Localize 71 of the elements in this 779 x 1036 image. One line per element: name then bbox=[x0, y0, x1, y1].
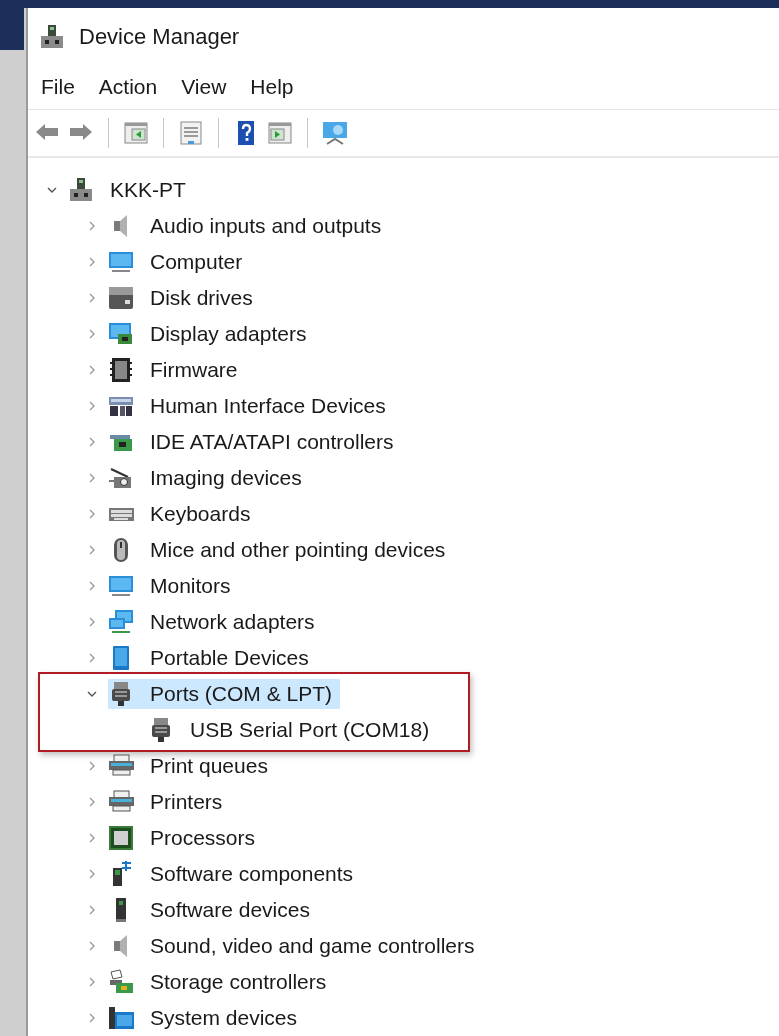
monitor-icon bbox=[108, 573, 134, 599]
storage-controller-icon bbox=[108, 969, 134, 995]
tree-node[interactable]: Disk drives bbox=[108, 283, 261, 313]
tree-node-label: Audio inputs and outputs bbox=[150, 214, 382, 238]
tree-node-label: Imaging devices bbox=[150, 466, 302, 490]
display-adapter-icon bbox=[108, 321, 134, 347]
menu-item[interactable]: File bbox=[41, 75, 75, 100]
tree-node-label: Disk drives bbox=[150, 286, 253, 310]
tree-node[interactable]: Mice and other pointing devices bbox=[108, 535, 454, 565]
printer-icon bbox=[108, 753, 134, 779]
tree-node[interactable]: Monitors bbox=[108, 571, 239, 601]
tree-node[interactable]: IDE ATA/ATAPI controllers bbox=[108, 427, 402, 457]
tree-node[interactable]: Ports (COM & LPT) bbox=[108, 679, 341, 709]
tree-node[interactable]: Display adapters bbox=[108, 319, 315, 349]
tree-node[interactable]: System devices bbox=[108, 1003, 306, 1033]
tree-node[interactable]: Printers bbox=[108, 787, 231, 817]
camera-icon bbox=[108, 465, 134, 491]
computer-icon bbox=[39, 24, 65, 50]
tree-node-label: Storage controllers bbox=[150, 970, 327, 994]
tree-node-label: Network adapters bbox=[150, 610, 315, 634]
printer-icon bbox=[108, 789, 134, 815]
menu-item[interactable]: Action bbox=[98, 75, 158, 100]
computer-icon bbox=[68, 177, 94, 203]
tree-node-label: Mice and other pointing devices bbox=[150, 538, 446, 562]
tree-node[interactable]: Network adapters bbox=[108, 607, 323, 637]
properties-sheet-icon[interactable] bbox=[178, 119, 204, 146]
tree-node-label: Software devices bbox=[150, 898, 310, 922]
tree-node-label: Display adapters bbox=[150, 322, 307, 346]
tree-node[interactable]: Software components bbox=[108, 859, 362, 889]
system-folder-icon bbox=[108, 1005, 134, 1031]
tree-node-label: Ports (COM & LPT) bbox=[150, 682, 333, 706]
menu-item[interactable]: View bbox=[181, 75, 227, 100]
tree-node-label: System devices bbox=[150, 1006, 298, 1030]
tree-node[interactable]: KKK-PT bbox=[68, 175, 194, 205]
processor-icon bbox=[108, 825, 134, 851]
tree-node[interactable]: Software devices bbox=[108, 895, 318, 925]
tree-node-label: Firmware bbox=[150, 358, 238, 382]
tree-node-label: USB Serial Port (COM18) bbox=[190, 718, 430, 742]
network-icon bbox=[108, 609, 134, 635]
tree-node-label: Sound, video and game controllers bbox=[150, 934, 475, 958]
tree-node[interactable]: Print queues bbox=[108, 751, 276, 781]
tree-node[interactable]: USB Serial Port (COM18) bbox=[148, 715, 438, 745]
tree-node-label: Portable Devices bbox=[150, 646, 309, 670]
tree-node-label: Computer bbox=[150, 250, 243, 274]
pane-icon[interactable] bbox=[267, 119, 293, 146]
tree-node[interactable]: Sound, video and game controllers bbox=[108, 931, 483, 961]
tree-node-label: Software components bbox=[150, 862, 354, 886]
tree-node-label: IDE ATA/ATAPI controllers bbox=[150, 430, 394, 454]
disk-drive-icon bbox=[108, 285, 134, 311]
pane-icon[interactable] bbox=[123, 119, 149, 146]
tree-node[interactable]: Firmware bbox=[108, 355, 246, 385]
tree-node[interactable]: Human Interface Devices bbox=[108, 391, 394, 421]
tree-node-label: Processors bbox=[150, 826, 256, 850]
monitor-icon bbox=[108, 249, 134, 275]
tree-node[interactable]: Storage controllers bbox=[108, 967, 335, 997]
tree-node-label: Monitors bbox=[150, 574, 231, 598]
tree-node[interactable]: Computer bbox=[108, 247, 251, 277]
tree-node[interactable]: Keyboards bbox=[108, 499, 259, 529]
monitor-scan-icon[interactable] bbox=[322, 119, 348, 146]
tree-node-label: Human Interface Devices bbox=[150, 394, 386, 418]
tree-node-label: Print queues bbox=[150, 754, 268, 778]
chip-icon bbox=[108, 357, 134, 383]
tree-node-label: Printers bbox=[150, 790, 223, 814]
tree-node[interactable]: Portable Devices bbox=[108, 643, 317, 673]
tree-node-label: KKK-PT bbox=[110, 178, 186, 202]
window-title: Device Manager bbox=[79, 24, 240, 50]
tree-node[interactable]: Imaging devices bbox=[108, 463, 310, 493]
tree-node-label: Keyboards bbox=[150, 502, 251, 526]
tree-node[interactable]: Audio inputs and outputs bbox=[108, 211, 390, 241]
menu-item[interactable]: Help bbox=[250, 75, 294, 100]
tree-node[interactable]: Processors bbox=[108, 823, 264, 853]
